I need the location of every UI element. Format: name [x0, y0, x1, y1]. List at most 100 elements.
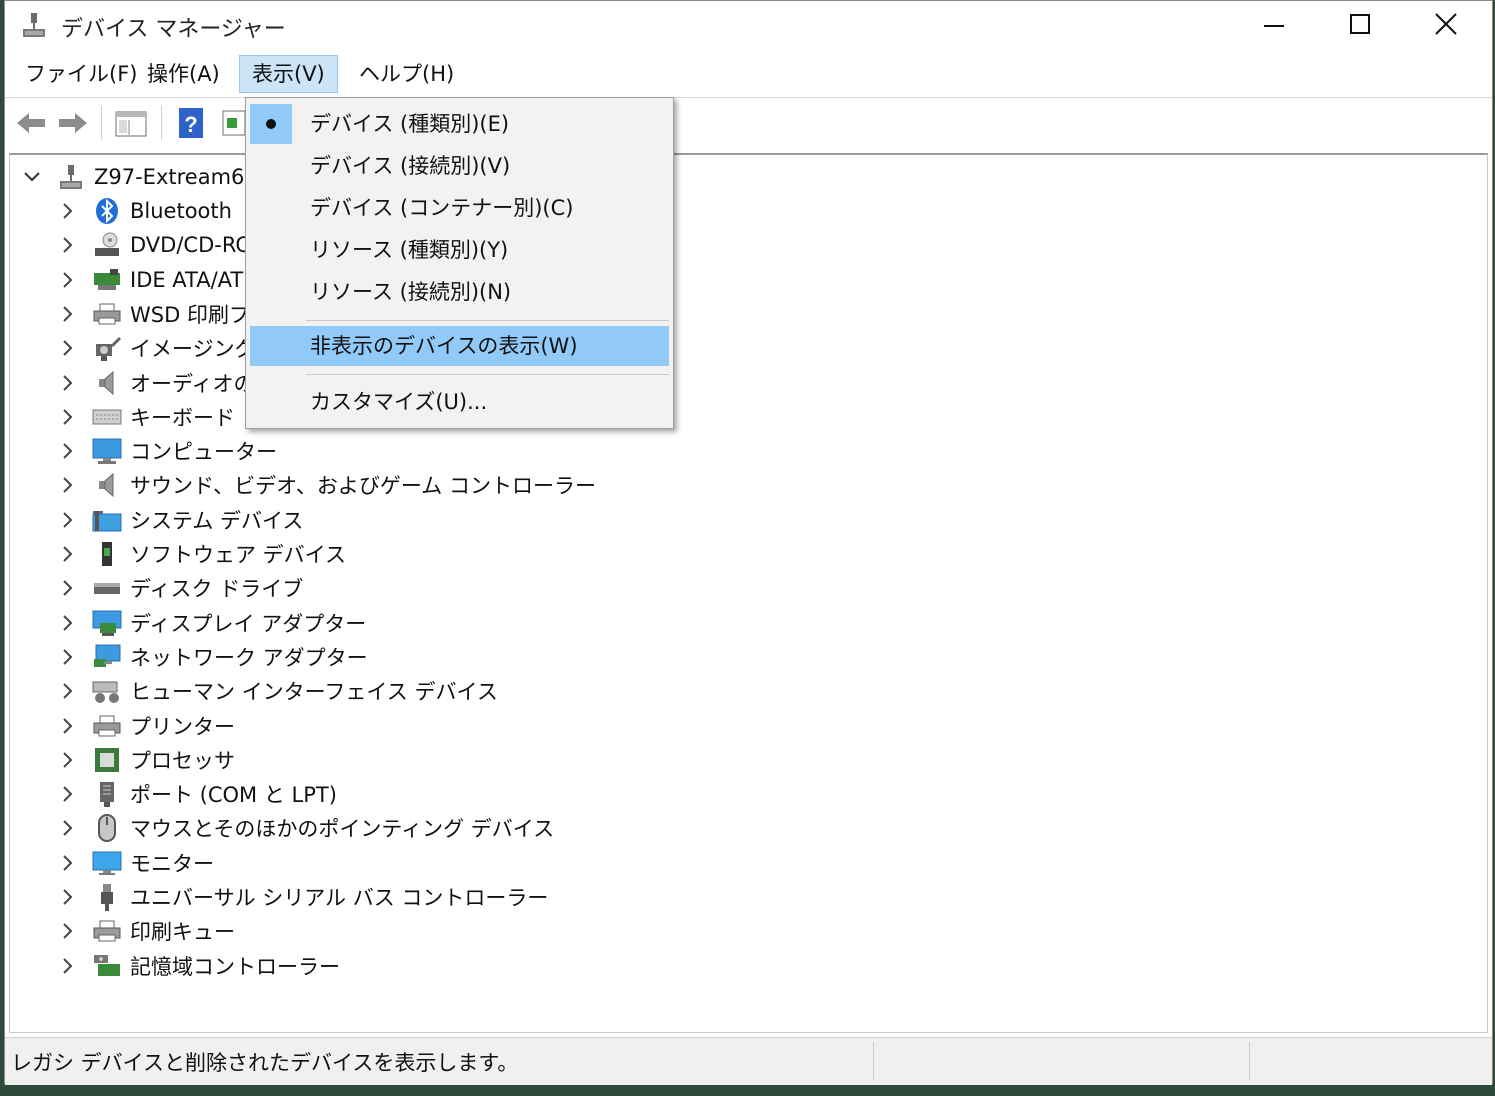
menu-separator — [306, 374, 669, 375]
tree-category-node[interactable]: IDE ATA/AT — [58, 264, 243, 296]
tree-category-node[interactable]: キーボード — [58, 401, 235, 433]
usb-icon — [92, 882, 122, 912]
svg-text:?: ? — [184, 112, 197, 137]
tree-category-label: DVD/CD-RC — [130, 233, 251, 258]
chevron-right-icon[interactable] — [58, 750, 78, 770]
tree-category-node[interactable]: マウスとそのほかのポインティング デバイス — [58, 812, 554, 844]
tree-category-node[interactable]: ユニバーサル シリアル バス コントローラー — [58, 881, 548, 913]
forward-arrow-icon — [59, 113, 87, 133]
menu-item-show-hidden-devices[interactable]: 非表示のデバイスの表示(W) — [250, 326, 669, 366]
status-separator — [1249, 1042, 1250, 1080]
chevron-right-icon[interactable] — [58, 338, 78, 358]
printer-icon — [92, 916, 122, 946]
tree-category-label: プリンター — [130, 714, 235, 739]
dvd-drive-icon — [92, 230, 122, 260]
port-icon — [92, 779, 122, 809]
display-adapter-icon — [92, 608, 122, 638]
tree-category-node[interactable]: プロセッサ — [58, 744, 235, 776]
tree-category-node[interactable]: DVD/CD-RC — [58, 229, 250, 261]
tree-category-node[interactable]: WSD 印刷プ — [58, 298, 250, 330]
minimize-button[interactable] — [1231, 1, 1317, 47]
chevron-right-icon[interactable] — [58, 956, 78, 976]
bluetooth-icon — [92, 196, 122, 226]
chevron-right-icon[interactable] — [58, 716, 78, 736]
printer-icon — [92, 299, 122, 329]
tree-category-node[interactable]: システム デバイス — [58, 504, 303, 536]
toolbar-separator — [161, 106, 162, 140]
maximize-button[interactable] — [1317, 1, 1403, 47]
software-device-icon — [92, 539, 122, 569]
monitor-icon — [92, 848, 122, 878]
tree-category-label: ユニバーサル シリアル バス コントローラー — [130, 886, 549, 910]
chevron-right-icon[interactable] — [58, 510, 78, 530]
menu-view[interactable]: 表示(V) — [239, 55, 338, 93]
chevron-right-icon[interactable] — [58, 201, 78, 221]
tree-category-label: ネットワーク アダプター — [130, 645, 368, 670]
tree-category-node[interactable]: 印刷キュー — [58, 915, 235, 947]
system-folder-icon — [92, 505, 122, 535]
tree-category-node[interactable]: コンピューター — [58, 435, 277, 467]
tree-category-node[interactable]: ネットワーク アダプター — [58, 641, 368, 673]
chevron-right-icon[interactable] — [58, 475, 78, 495]
back-button[interactable] — [13, 106, 49, 140]
computer-tower-icon — [56, 162, 86, 192]
tree-category-node[interactable]: ソフトウェア デバイス — [58, 538, 346, 570]
tree-category-node[interactable]: サウンド、ビデオ、およびゲーム コントローラー — [58, 469, 596, 501]
device-tree: Z97-Extream6 Bluetooth DVD/CD-RC IDE ATA/A… — [9, 153, 1488, 1033]
tree-category-node[interactable]: 記憶域コントローラー — [58, 950, 340, 982]
tree-category-node[interactable]: ヒューマン インターフェイス デバイス — [58, 675, 498, 707]
chevron-right-icon[interactable] — [58, 647, 78, 667]
help-button[interactable]: ? — [173, 106, 209, 140]
menu-item-devices-by-type[interactable]: デバイス (種類別)(E) — [250, 104, 669, 144]
chevron-right-icon[interactable] — [58, 681, 78, 701]
chevron-right-icon[interactable] — [58, 304, 78, 324]
menu-item-devices-by-connection[interactable]: デバイス (接続別)(V) — [250, 146, 669, 186]
chevron-right-icon[interactable] — [58, 853, 78, 873]
chevron-right-icon[interactable] — [58, 578, 78, 598]
tree-category-node[interactable]: ポート (COM と LPT) — [58, 778, 337, 810]
tree-category-label: ヒューマン インターフェイス デバイス — [130, 680, 498, 705]
chevron-right-icon[interactable] — [58, 818, 78, 838]
chevron-right-icon[interactable] — [58, 270, 78, 290]
hid-icon — [92, 676, 122, 706]
menu-action[interactable]: 操作(A) — [135, 55, 232, 93]
tree-category-label: キーボード — [130, 405, 235, 430]
tree-category-node[interactable]: モニター — [58, 847, 214, 879]
forward-button[interactable] — [55, 106, 91, 140]
close-button[interactable] — [1403, 1, 1489, 47]
menu-help[interactable]: ヘルプ(H) — [347, 55, 466, 93]
tree-category-node[interactable]: オーディオの入 — [58, 367, 276, 399]
chevron-down-icon[interactable] — [22, 167, 42, 187]
status-separator — [873, 1042, 874, 1080]
chevron-right-icon[interactable] — [58, 784, 78, 804]
processor-icon — [92, 745, 122, 775]
chevron-right-icon[interactable] — [58, 544, 78, 564]
device-manager-window: デバイス マネージャー ファイル(F) 操作(A) 表示(V) ヘルプ(H) ?… — [4, 0, 1493, 1085]
tree-category-node[interactable]: ディスプレイ アダプター — [58, 607, 366, 639]
chevron-right-icon[interactable] — [58, 235, 78, 255]
chevron-right-icon[interactable] — [58, 921, 78, 941]
tree-category-node[interactable]: ディスク ドライブ — [58, 572, 303, 604]
tree-category-node[interactable]: Bluetooth — [58, 195, 232, 227]
tree-category-label: モニター — [130, 851, 214, 876]
menu-item-resources-by-type[interactable]: リソース (種類別)(Y) — [250, 230, 669, 270]
menu-item-resources-by-connection[interactable]: リソース (接続別)(N) — [250, 272, 669, 312]
menu-file[interactable]: ファイル(F) — [13, 55, 149, 93]
chevron-right-icon[interactable] — [58, 373, 78, 393]
menu-item-devices-by-container[interactable]: デバイス (コンテナー別)(C) — [250, 188, 669, 228]
tree-root-node[interactable]: Z97-Extream6 — [22, 161, 244, 193]
chevron-right-icon[interactable] — [58, 887, 78, 907]
tree-root-label: Z97-Extream6 — [94, 165, 245, 189]
chevron-right-icon[interactable] — [58, 407, 78, 427]
chevron-right-icon[interactable] — [58, 441, 78, 461]
tree-category-label: コンピューター — [130, 440, 277, 465]
mouse-icon — [92, 813, 122, 843]
tree-category-node[interactable]: プリンター — [58, 710, 235, 742]
speaker-icon — [92, 368, 122, 398]
menu-item-customize[interactable]: カスタマイズ(U)... — [250, 382, 669, 422]
tree-category-label: サウンド、ビデオ、およびゲーム コントローラー — [130, 474, 596, 499]
show-hide-console-tree-button[interactable] — [113, 106, 149, 140]
view-menu-dropdown: デバイス (種類別)(E) デバイス (接続別)(V) デバイス (コンテナー別… — [245, 97, 674, 429]
chevron-right-icon[interactable] — [58, 613, 78, 633]
maximize-icon — [1350, 14, 1370, 34]
